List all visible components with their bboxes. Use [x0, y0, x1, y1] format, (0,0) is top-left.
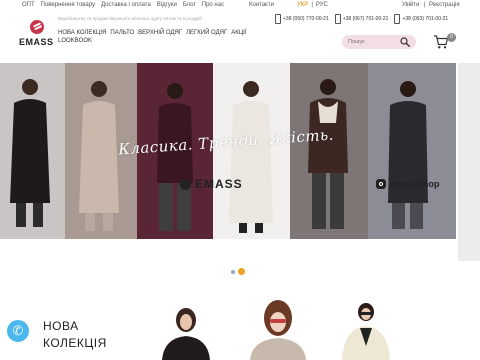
nav-outerwear[interactable]: ВЕРХНІЙ ОДЯГ — [138, 30, 182, 36]
search-icon[interactable] — [400, 37, 410, 47]
phone-icon — [275, 14, 281, 24]
top-nav: ОПТ Повернення товару Доставка і оплата … — [22, 2, 224, 8]
cart-count-badge: 0 — [447, 33, 456, 42]
model-figure-image — [10, 79, 50, 227]
top-nav-returns-link[interactable]: Повернення товару — [41, 2, 95, 8]
phone-number: +38 (050) 770-00-21 — [283, 16, 329, 22]
auth-links: Увійти | Реєстрація — [402, 2, 460, 8]
auth-separator: | — [423, 2, 426, 8]
phone-callback-button[interactable] — [7, 320, 29, 342]
phone-icon — [334, 14, 341, 24]
model-figure-image — [308, 79, 348, 229]
hero-photo-panel — [290, 63, 368, 239]
lang-rus-link[interactable]: РУС — [316, 2, 328, 8]
section-title-line: КОЛЕКЦІЯ — [43, 336, 107, 350]
top-nav-delivery-link[interactable]: Доставка і оплата — [101, 2, 151, 8]
nav-sales[interactable]: АКЦІЇ — [231, 30, 246, 36]
model-photo-image — [240, 298, 316, 360]
product-card-image[interactable] — [334, 298, 394, 360]
hero-brand-text: EMASS — [195, 177, 243, 191]
hero-brand: EMASS — [180, 177, 243, 191]
model-photo-image — [334, 298, 394, 360]
section-title: НОВА КОЛЕКЦІЯ — [43, 318, 107, 352]
hero-banner[interactable]: Класика. Тренди. Якість. — [0, 63, 456, 239]
product-card-image[interactable] — [240, 298, 316, 360]
slider-dot[interactable] — [231, 269, 235, 274]
slider-dots — [231, 268, 245, 275]
nav-light-clothing[interactable]: ЛЕГКИЙ ОДЯГ — [186, 30, 227, 36]
top-nav-about-link[interactable]: Про нас — [202, 2, 224, 8]
section-title-line: НОВА — [43, 319, 79, 333]
model-figure-image — [388, 81, 428, 229]
lang-ukr-link[interactable]: УКР — [297, 2, 308, 8]
model-photo-image — [150, 298, 222, 360]
phone-list: +38 (050) 770-00-21 +38 (067) 701-00-21 … — [275, 14, 448, 24]
top-nav-reviews-link[interactable]: Відгуки — [157, 2, 177, 8]
logo-text: EMASS — [19, 37, 54, 47]
instagram-link[interactable]: emassshop — [376, 179, 440, 189]
site-logo[interactable]: EMASS — [19, 20, 59, 50]
site-tagline: Виробництво та продаж верхнього жіночого… — [58, 16, 202, 21]
phone-number: +38 (093) 701-00-21 — [402, 16, 449, 22]
phone-number: +38 (067) 701-00-21 — [342, 16, 389, 22]
instagram-handle: emassshop — [390, 179, 440, 189]
brand-logo-icon — [180, 178, 191, 190]
top-bar: ОПТ Повернення товару Доставка і оплата … — [0, 0, 480, 12]
nav-new-collection[interactable]: НОВА КОЛЕКЦІЯ — [58, 30, 106, 36]
phone-item[interactable]: +38 (050) 770-00-21 — [275, 14, 329, 24]
nav-coats[interactable]: ПАЛЬТО — [110, 30, 134, 36]
logo-mark-icon — [30, 20, 44, 34]
contacts-link[interactable]: Контакти — [249, 2, 274, 8]
hero-photo-panel — [368, 63, 456, 239]
phone-item[interactable]: +38 (093) 701-00-21 — [394, 14, 448, 24]
next-slide-preview[interactable] — [458, 63, 480, 261]
phone-item[interactable]: +38 (067) 701-00-21 — [334, 14, 389, 24]
top-nav-opt-link[interactable]: ОПТ — [22, 2, 35, 8]
login-link[interactable]: Увійти — [402, 2, 419, 8]
search-box — [342, 35, 416, 49]
phone-icon — [394, 14, 401, 24]
product-card-image[interactable] — [150, 298, 222, 360]
lang-separator: | — [311, 2, 313, 8]
top-nav-blog-link[interactable]: Блог — [183, 2, 196, 8]
language-switcher: УКР | РУС — [297, 2, 328, 8]
hero-photo-panel — [0, 63, 65, 239]
main-nav: НОВА КОЛЕКЦІЯ ПАЛЬТО ВЕРХНІЙ ОДЯГ ЛЕГКИЙ… — [58, 30, 258, 44]
register-link[interactable]: Реєстрація — [429, 2, 460, 8]
search-input[interactable] — [348, 37, 398, 47]
slider-dot-active[interactable] — [238, 268, 245, 275]
nav-lookbook[interactable]: LOOKBOOK — [58, 38, 92, 44]
instagram-icon — [376, 179, 386, 189]
